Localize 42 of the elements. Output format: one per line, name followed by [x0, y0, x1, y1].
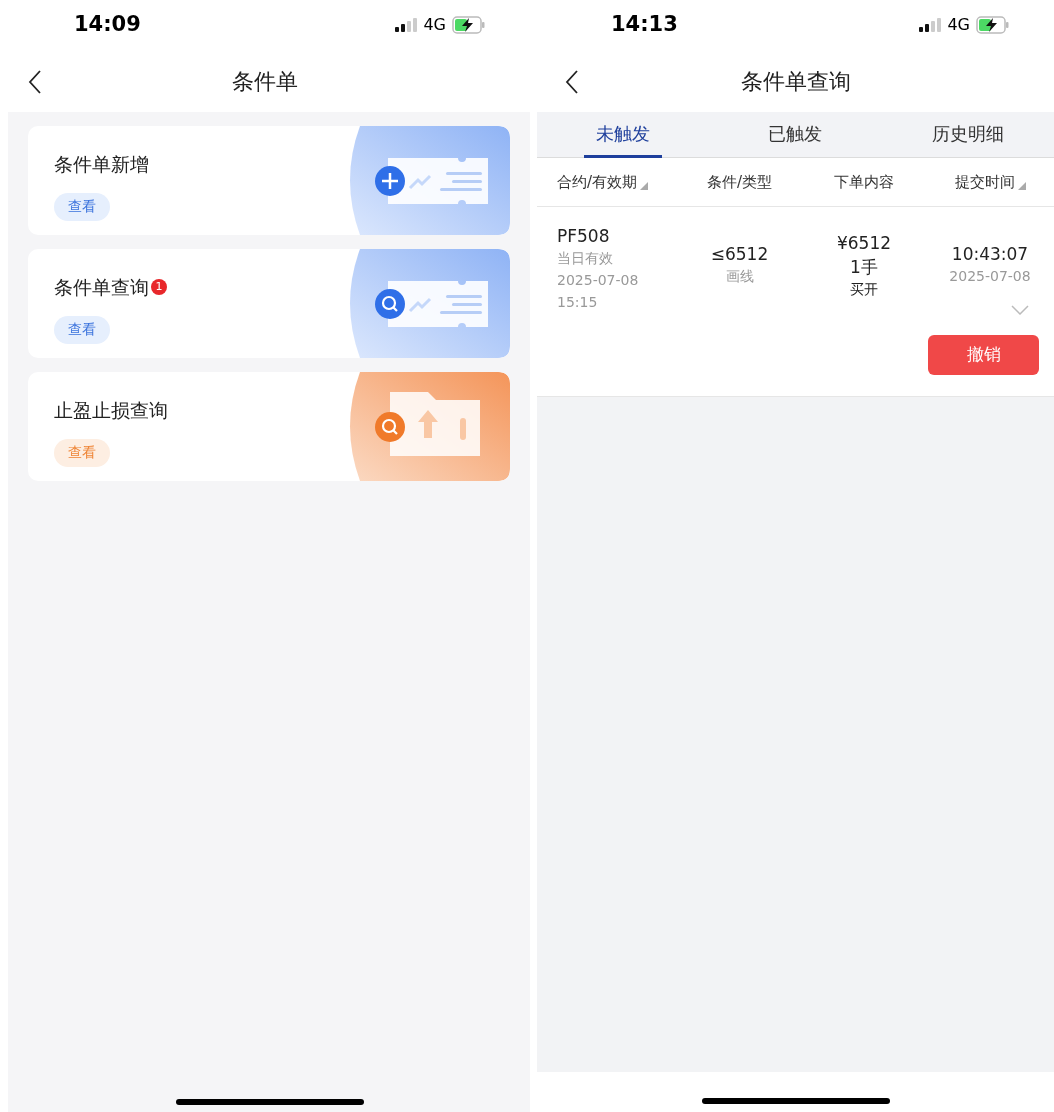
expiry-date: 2025-07-08	[557, 271, 639, 290]
condition-value: ≤6512	[710, 243, 769, 265]
submit-time: 10:43:07	[951, 243, 1029, 265]
cancel-button[interactable]: 撤销	[928, 335, 1039, 375]
contract-code: PF508	[557, 225, 610, 247]
notification-badge: 1	[151, 279, 167, 296]
tab[interactable]: 历史明细	[919, 112, 1016, 158]
network-label: 4G	[423, 14, 446, 36]
column-header: 提交时间	[954, 171, 1015, 193]
column-header: 条件/类型	[706, 171, 773, 193]
menu-card[interactable]: 条件单查询 1 查看	[28, 249, 510, 358]
back-icon[interactable]	[565, 70, 579, 94]
card-title: 条件单查询	[54, 275, 149, 300]
menu-card[interactable]: 止盈止损查询 查看	[28, 372, 510, 481]
sort-icon[interactable]	[1017, 182, 1026, 191]
back-icon[interactable]	[28, 70, 42, 94]
status-time: 14:13	[611, 11, 678, 39]
expiry-time: 15:15	[557, 293, 598, 312]
page-title: 条件单	[232, 67, 298, 96]
battery-charging-icon	[452, 16, 486, 34]
signal-icon	[395, 18, 418, 32]
page-title: 条件单查询	[740, 67, 851, 96]
sort-icon[interactable]	[640, 182, 649, 191]
validity-text: 当日有效	[557, 249, 613, 268]
status-time: 14:09	[74, 11, 141, 39]
order-price: ¥6512	[836, 232, 892, 255]
submit-date: 2025-07-08	[949, 267, 1031, 286]
signal-icon	[919, 18, 942, 32]
tab[interactable]: 已触发	[756, 112, 835, 158]
order-quantity: 1手	[850, 256, 878, 279]
order-side: 买开	[850, 280, 878, 299]
menu-card[interactable]: 条件单新增 查看	[28, 126, 510, 235]
column-header: 下单内容	[834, 171, 894, 193]
card-title: 止盈止损查询	[54, 398, 168, 423]
network-label: 4G	[947, 14, 970, 36]
battery-charging-icon	[976, 16, 1010, 34]
view-button[interactable]: 查看	[54, 315, 110, 344]
view-button[interactable]: 查看	[54, 192, 110, 221]
card-title: 条件单新增	[54, 152, 149, 177]
column-header: 合约/有效期	[557, 171, 638, 193]
chevron-down-icon[interactable]	[1011, 305, 1029, 315]
condition-type: 画线	[725, 267, 754, 286]
